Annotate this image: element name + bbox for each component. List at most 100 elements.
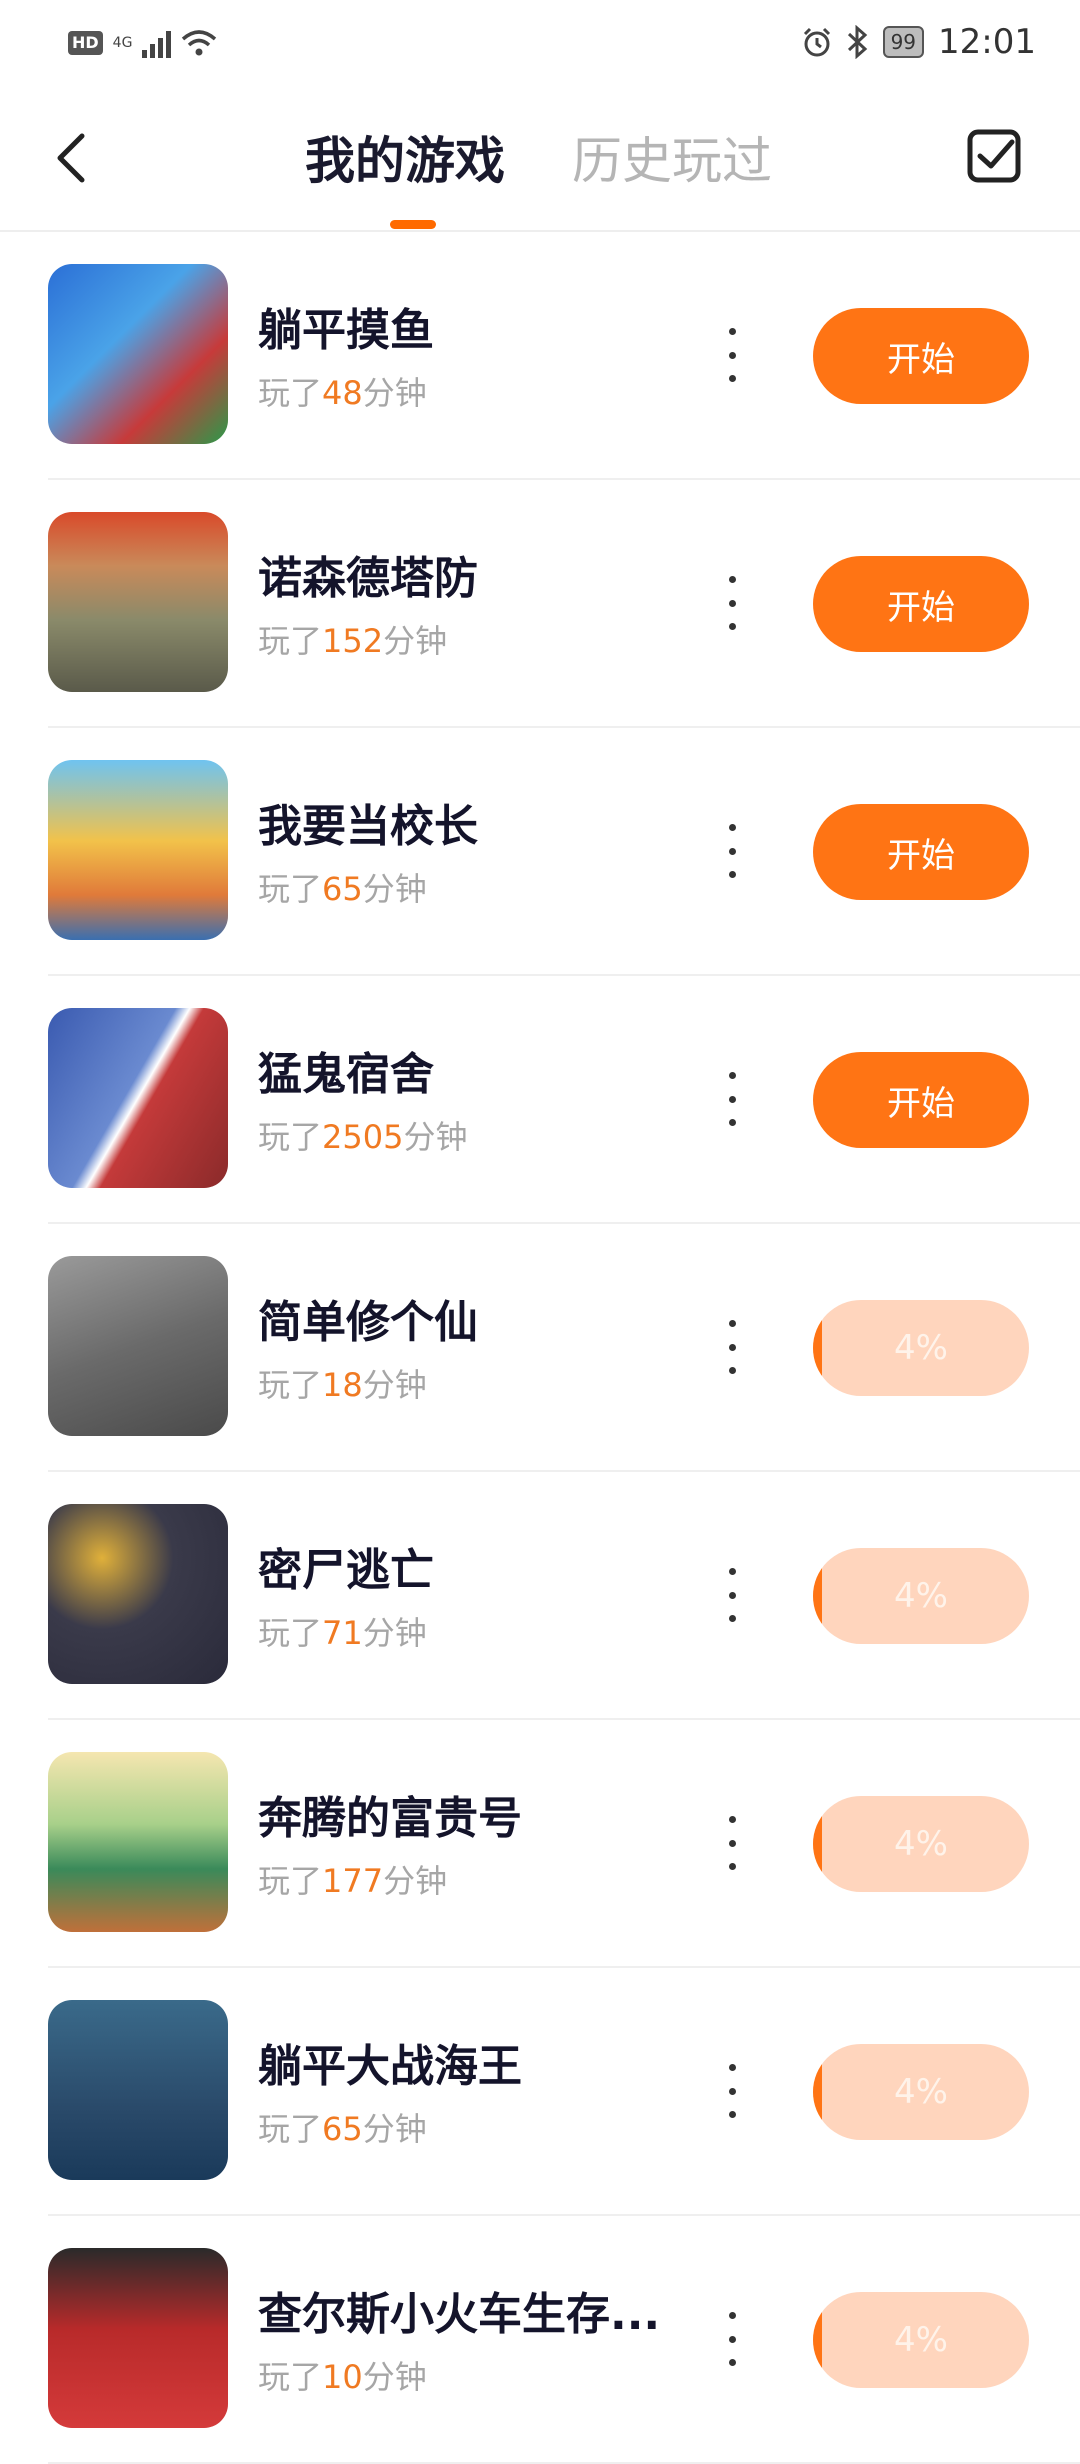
- game-list-item[interactable]: 查尔斯小火车生存... 玩了10分钟 4%: [0, 2216, 1080, 2464]
- checkbox-check-icon[interactable]: [966, 128, 1022, 184]
- more-options-icon[interactable]: [720, 1568, 744, 1622]
- game-list-item[interactable]: 简单修个仙 玩了18分钟 4%: [0, 1224, 1080, 1472]
- game-icon[interactable]: [48, 512, 228, 692]
- wifi-icon: [182, 30, 217, 56]
- play-time-prefix: 玩了: [258, 1118, 323, 1156]
- play-time-prefix: 玩了: [258, 374, 323, 412]
- play-time-prefix: 玩了: [258, 1614, 323, 1652]
- more-options-icon[interactable]: [720, 1816, 744, 1870]
- network-type: 4G: [112, 35, 133, 51]
- download-progress-button[interactable]: 4%: [813, 1796, 1029, 1892]
- progress-label: 4%: [894, 1328, 948, 1368]
- tab-my-games[interactable]: 我的游戏: [305, 130, 505, 192]
- play-time-suffix: 分钟: [362, 2110, 427, 2148]
- game-title: 我要当校长: [258, 801, 478, 852]
- play-time-suffix: 分钟: [362, 1614, 427, 1652]
- status-left: HD 4G: [68, 28, 217, 58]
- progress-fill: [813, 1548, 822, 1644]
- play-time-prefix: 玩了: [258, 870, 323, 908]
- play-time-prefix: 玩了: [258, 622, 323, 660]
- game-list-item[interactable]: 我要当校长 玩了65分钟 开始: [0, 728, 1080, 976]
- play-time: 玩了18分钟: [258, 1360, 427, 1406]
- game-list-item[interactable]: 躺平摸鱼 玩了48分钟 开始: [0, 232, 1080, 480]
- game-list-item[interactable]: 诺森德塔防 玩了152分钟 开始: [0, 480, 1080, 728]
- game-icon[interactable]: [48, 1752, 228, 1932]
- download-progress-button[interactable]: 4%: [813, 1548, 1029, 1644]
- game-icon[interactable]: [48, 1256, 228, 1436]
- start-game-button[interactable]: 开始: [813, 804, 1029, 900]
- play-time-minutes: 65: [322, 870, 363, 908]
- top-navigation: 我的游戏 历史玩过: [0, 92, 1080, 232]
- more-options-icon[interactable]: [720, 328, 744, 382]
- start-game-button[interactable]: 开始: [813, 308, 1029, 404]
- more-options-icon[interactable]: [720, 2064, 744, 2118]
- battery-level: 99: [882, 26, 925, 58]
- game-icon[interactable]: [48, 2000, 228, 2180]
- progress-fill: [813, 2292, 822, 2388]
- status-right: 99 12:01: [801, 22, 1036, 62]
- play-time-minutes: 177: [322, 1862, 384, 1900]
- play-time: 玩了2505分钟: [258, 1112, 467, 1158]
- play-time-minutes: 10: [322, 2358, 363, 2396]
- play-time: 玩了10分钟: [258, 2352, 427, 2398]
- play-time: 玩了48分钟: [258, 368, 427, 414]
- play-time-suffix: 分钟: [362, 870, 427, 908]
- game-title: 猛鬼宿舍: [258, 1049, 434, 1100]
- status-time: 12:01: [938, 22, 1036, 62]
- game-icon[interactable]: [48, 1504, 228, 1684]
- game-title: 诺森德塔防: [258, 553, 478, 604]
- more-options-icon[interactable]: [720, 2312, 744, 2366]
- game-list-item[interactable]: 躺平大战海王 玩了65分钟 4%: [0, 1968, 1080, 2216]
- progress-fill: [813, 1796, 822, 1892]
- signal-icon: [142, 28, 172, 58]
- play-time-minutes: 18: [322, 1366, 363, 1404]
- bluetooth-icon: [847, 25, 867, 59]
- play-time-prefix: 玩了: [258, 2358, 323, 2396]
- game-list-item[interactable]: 奔腾的富贵号 玩了177分钟 4%: [0, 1720, 1080, 1968]
- game-icon[interactable]: [48, 2248, 228, 2428]
- game-title: 躺平大战海王: [258, 2041, 522, 2092]
- start-game-button[interactable]: 开始: [813, 556, 1029, 652]
- game-list-item[interactable]: 猛鬼宿舍 玩了2505分钟 开始: [0, 976, 1080, 1224]
- alarm-icon: [803, 27, 830, 57]
- active-tab-indicator: [390, 220, 436, 229]
- status-bar: HD 4G 99 12:01: [0, 0, 1080, 92]
- game-list-item[interactable]: 密尸逃亡 玩了71分钟 4%: [0, 1472, 1080, 1720]
- download-progress-button[interactable]: 4%: [813, 2044, 1029, 2140]
- more-options-icon[interactable]: [720, 1320, 744, 1374]
- game-title: 简单修个仙: [258, 1297, 478, 1348]
- play-time-suffix: 分钟: [362, 2358, 427, 2396]
- download-progress-button[interactable]: 4%: [813, 1300, 1029, 1396]
- play-time: 玩了65分钟: [258, 2104, 427, 2150]
- progress-fill: [813, 2044, 822, 2140]
- game-icon[interactable]: [48, 760, 228, 940]
- play-time-minutes: 2505: [322, 1118, 404, 1156]
- play-time-suffix: 分钟: [362, 374, 427, 412]
- game-icon[interactable]: [48, 1008, 228, 1188]
- progress-label: 4%: [894, 1576, 948, 1616]
- play-time: 玩了65分钟: [258, 864, 427, 910]
- back-arrow-icon[interactable]: [48, 130, 96, 186]
- play-time-suffix: 分钟: [383, 1862, 448, 1900]
- progress-label: 4%: [894, 2320, 948, 2360]
- game-title: 躺平摸鱼: [258, 305, 434, 356]
- more-options-icon[interactable]: [720, 576, 744, 630]
- game-title: 查尔斯小火车生存...: [258, 2289, 661, 2340]
- game-icon[interactable]: [48, 264, 228, 444]
- play-time: 玩了177分钟: [258, 1856, 447, 1902]
- play-time-minutes: 65: [322, 2110, 363, 2148]
- play-time-prefix: 玩了: [258, 2110, 323, 2148]
- tab-history-played[interactable]: 历史玩过: [572, 130, 772, 192]
- start-game-button[interactable]: 开始: [813, 1052, 1029, 1148]
- more-options-icon[interactable]: [720, 824, 744, 878]
- game-title: 密尸逃亡: [258, 1545, 434, 1596]
- play-time: 玩了71分钟: [258, 1608, 427, 1654]
- game-title: 奔腾的富贵号: [258, 1793, 522, 1844]
- play-time: 玩了152分钟: [258, 616, 447, 662]
- download-progress-button[interactable]: 4%: [813, 2292, 1029, 2388]
- play-time-suffix: 分钟: [362, 1366, 427, 1404]
- game-list: 躺平摸鱼 玩了48分钟 开始 诺森德塔防 玩了152分钟 开始 我要当校长 玩了…: [0, 232, 1080, 2464]
- more-options-icon[interactable]: [720, 1072, 744, 1126]
- play-time-minutes: 48: [322, 374, 363, 412]
- hd-badge: HD: [68, 31, 103, 55]
